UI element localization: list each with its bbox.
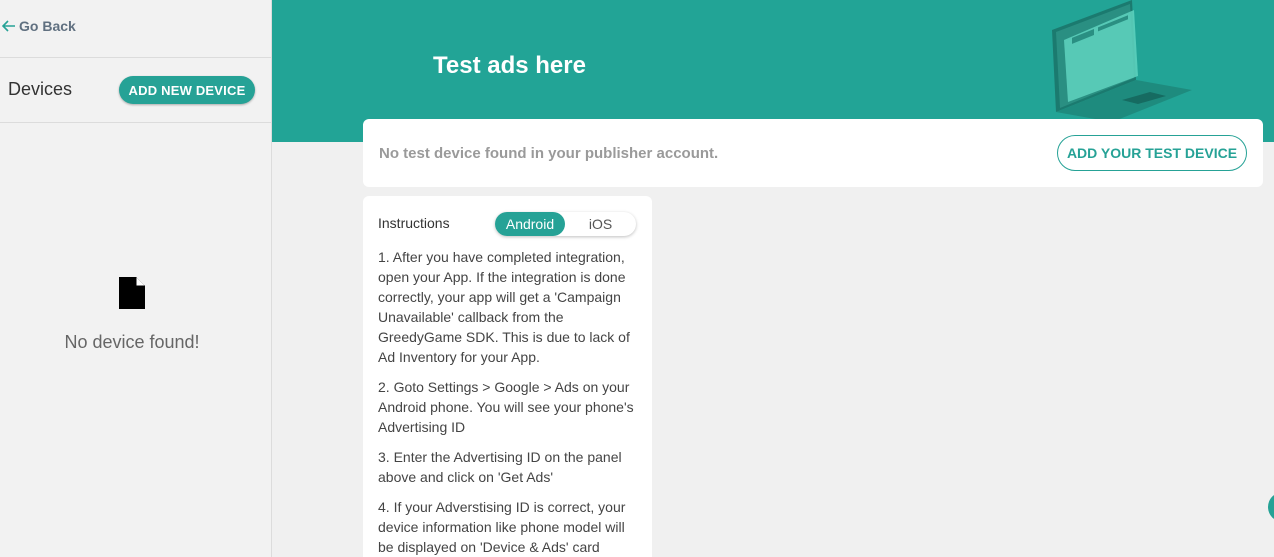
go-back-link[interactable]: Go Back: [2, 18, 76, 34]
instruction-step: 4. If your Adverstising ID is correct, y…: [378, 499, 626, 555]
notice-card: No test device found in your publisher a…: [363, 119, 1263, 187]
notice-text: No test device found in your publisher a…: [379, 145, 719, 162]
instruction-step: 3. Enter the Advertising ID on the panel…: [378, 449, 622, 485]
instruction-steps: 1. After you have completed integration,…: [378, 247, 640, 557]
tab-ios[interactable]: iOS: [565, 212, 636, 236]
empty-state-text: No device found!: [64, 332, 200, 352]
instruction-step: 2. Goto Settings > Google > Ads on your …: [378, 379, 634, 435]
page-title: Test ads here: [433, 52, 586, 79]
arrow-left-icon: [2, 20, 15, 32]
go-back-label: Go Back: [19, 18, 76, 34]
divider: [0, 57, 271, 58]
devices-title: Devices: [8, 79, 73, 99]
sidebar: Go Back Devices ADD NEW DEVICE No device…: [0, 0, 272, 557]
instruction-step: 1. After you have completed integration,…: [378, 249, 630, 365]
add-new-device-button[interactable]: ADD NEW DEVICE: [119, 76, 255, 104]
platform-toggle: Android iOS: [495, 212, 636, 236]
divider: [0, 122, 271, 123]
instructions-title: Instructions: [378, 215, 450, 231]
file-icon: [119, 277, 145, 309]
chat-button[interactable]: [1268, 492, 1274, 522]
add-test-device-button[interactable]: ADD YOUR TEST DEVICE: [1057, 135, 1247, 171]
tab-android[interactable]: Android: [495, 212, 565, 236]
laptop-illustration: [1052, 0, 1192, 122]
instructions-card: Instructions Android iOS 1. After you ha…: [363, 196, 652, 557]
